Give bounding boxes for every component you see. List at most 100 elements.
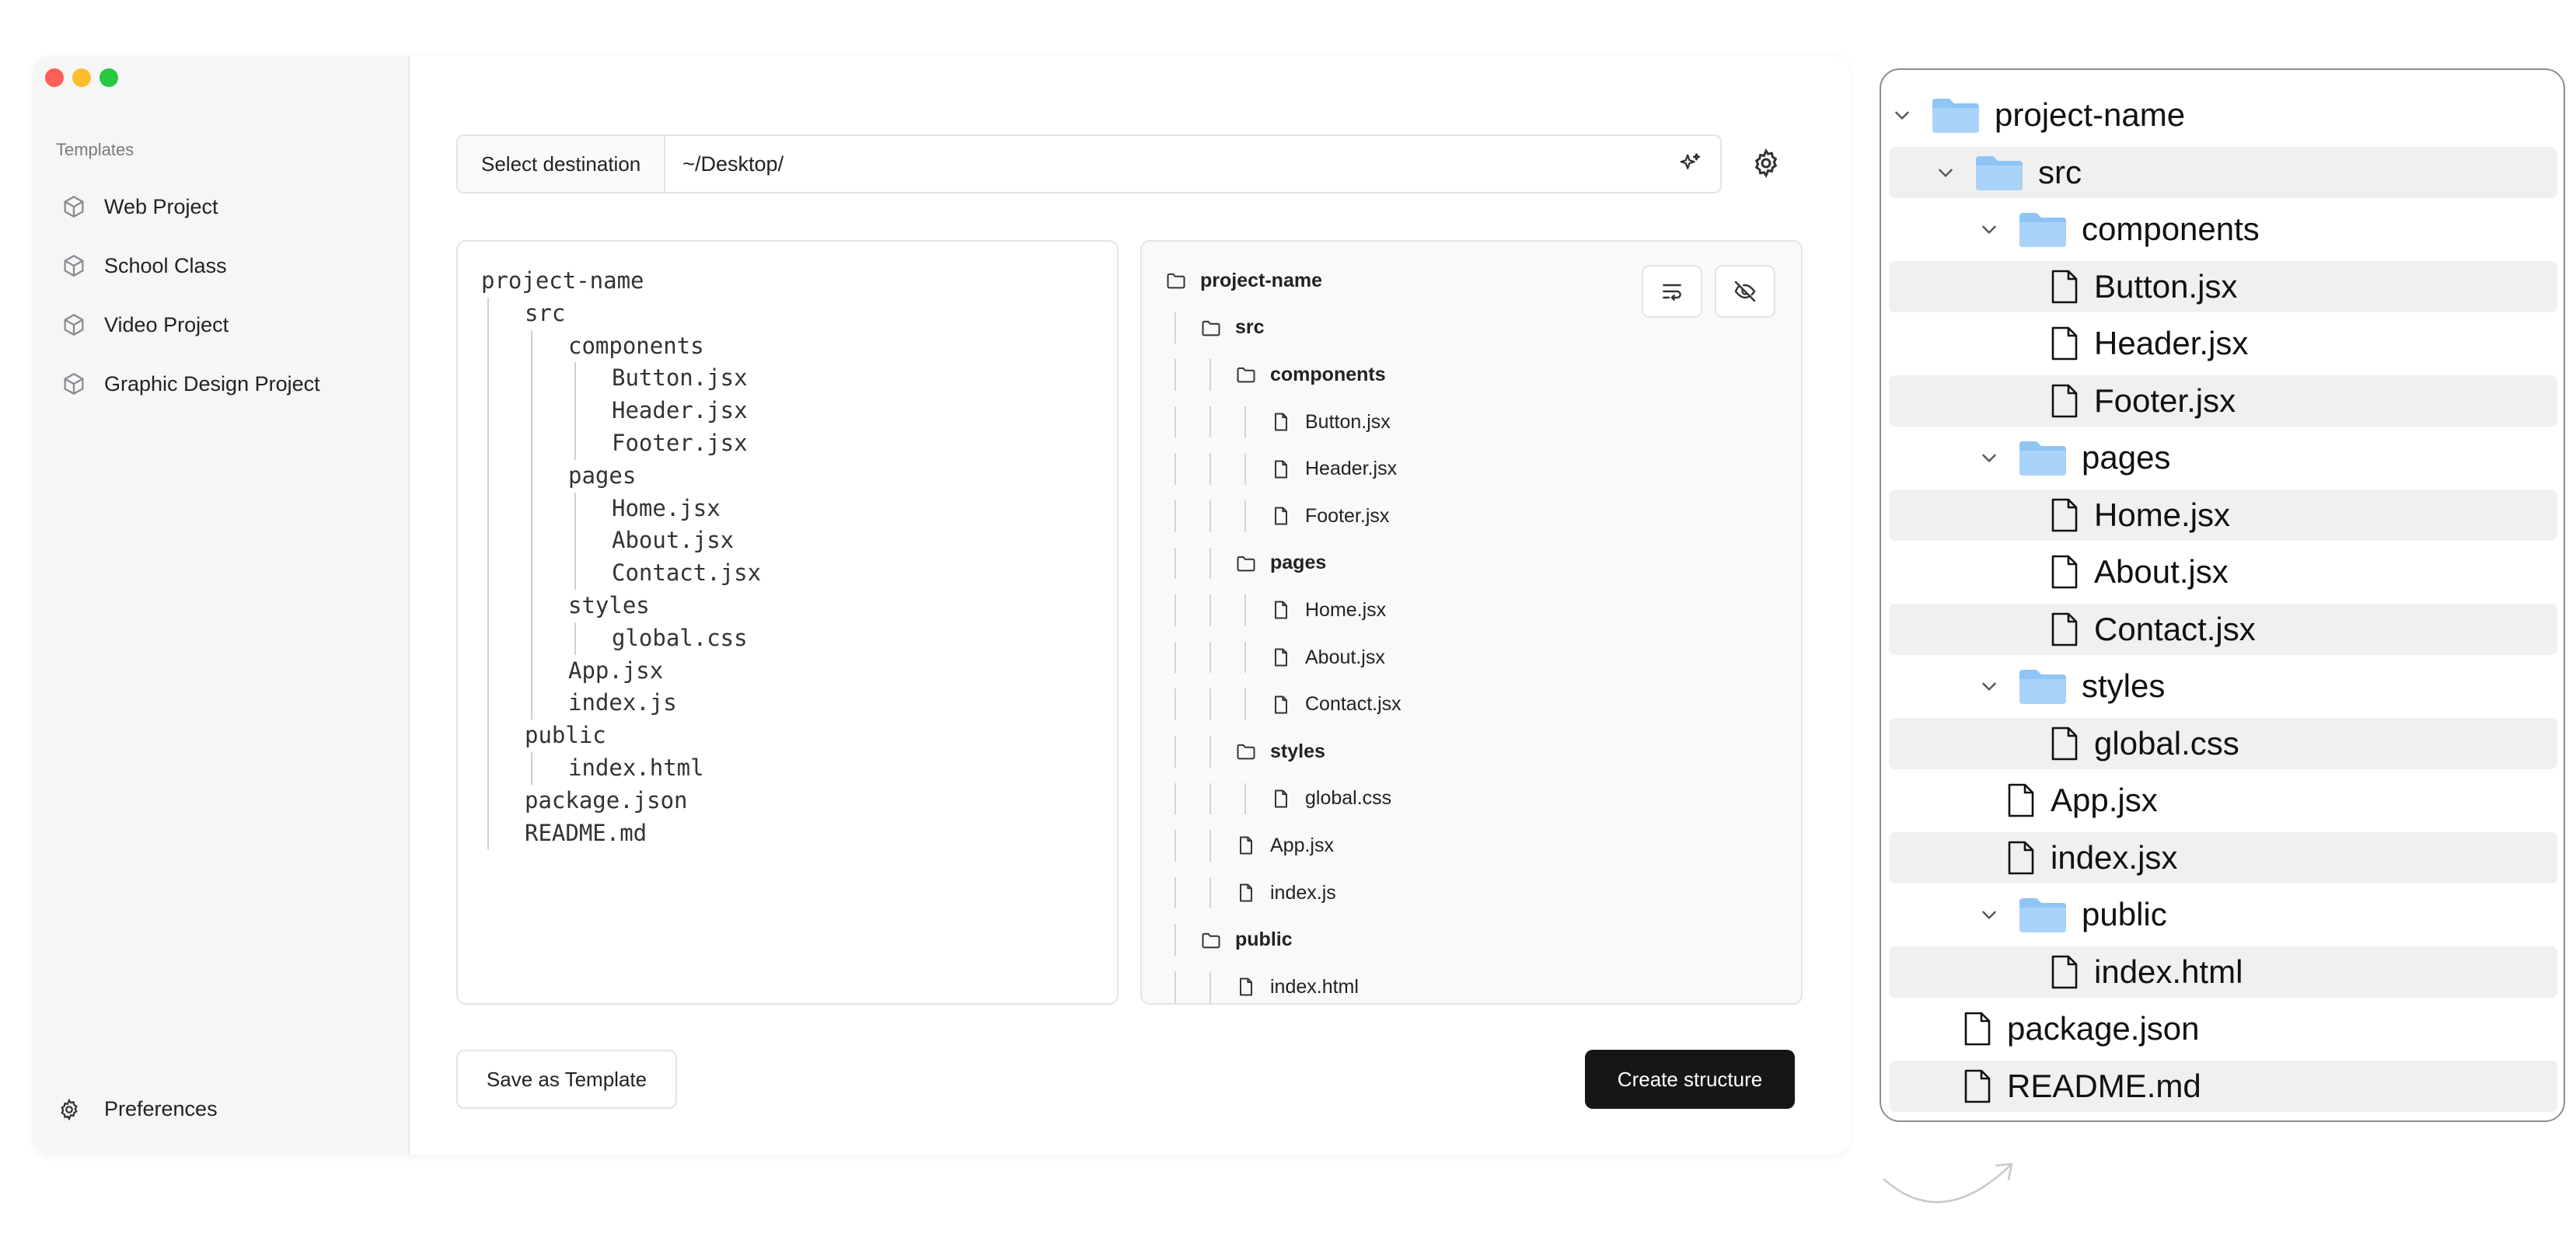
sidebar-item-graphic-design-project[interactable]: Graphic Design Project (61, 361, 387, 407)
preview-file-row[interactable]: Button.jsx (1270, 399, 1391, 446)
indent-guide (1175, 453, 1176, 485)
preview-row-label: Header.jsx (1305, 458, 1398, 480)
sidebar-item-school-class[interactable]: School Class (61, 242, 387, 289)
preview-folder-row[interactable]: public (1200, 916, 1293, 964)
settings-gear-icon[interactable] (1750, 148, 1782, 179)
file-icon (2051, 555, 2078, 589)
minimize-window-button[interactable] (72, 68, 91, 87)
indent-guide (481, 427, 525, 460)
tree-folder-row: pages (1979, 430, 2170, 485)
indent-guide (525, 427, 568, 460)
wrap-lines-button[interactable] (1642, 265, 1702, 318)
indent-guide (525, 589, 568, 622)
folder-icon (2019, 898, 2066, 932)
editor-line-text: Header.jsx (612, 397, 748, 424)
preview-folder-row[interactable]: pages (1235, 540, 1326, 587)
tree-row-label: Header.jsx (2094, 325, 2249, 361)
indent-guide (525, 751, 568, 785)
indent-guide (1209, 594, 1211, 626)
preview-folder-row[interactable]: src (1200, 305, 1265, 352)
sparkle-icon[interactable] (1677, 151, 1703, 177)
sidebar-item-label: Graphic Design Project (104, 371, 320, 396)
sidebar-item-label: Video Project (104, 312, 229, 336)
indent-guide (1209, 736, 1211, 768)
editor-line: Home.jsx (481, 492, 1094, 525)
indent-guide (1175, 500, 1176, 532)
indent-guide (1209, 500, 1211, 532)
preview-file-row[interactable]: About.jsx (1270, 634, 1385, 681)
indent-guide (481, 687, 525, 720)
preview-file-row[interactable]: global.css (1270, 775, 1391, 823)
preview-file-row[interactable]: Header.jsx (1270, 445, 1397, 493)
indent-guide (1209, 359, 1211, 391)
create-structure-button[interactable]: Create structure (1585, 1050, 1795, 1109)
tree-file-row: Footer.jsx (2051, 374, 2236, 428)
destination-path-field[interactable]: ~/Desktop/ (665, 152, 1677, 176)
preview-file-row[interactable]: index.js (1235, 869, 1336, 917)
preview-folder-row[interactable]: project-name (1165, 257, 1322, 305)
indent-guide (1209, 453, 1211, 485)
indent-guide (525, 362, 568, 395)
tree-file-row: Contact.jsx (2051, 602, 2256, 657)
file-icon (2051, 727, 2078, 760)
indent-guide (1175, 876, 1176, 909)
destination-bar: Select destination ~/Desktop/ (456, 134, 1722, 193)
preview-row-label: pages (1270, 552, 1327, 574)
structure-editor[interactable]: project-name src components Button.jsx Heade… (456, 240, 1119, 1005)
file-icon (1240, 836, 1252, 855)
cube-icon (64, 196, 84, 218)
tree-folder-row: src (1935, 145, 2082, 200)
editor-line-text: Contact.jsx (612, 559, 762, 587)
preview-file-row[interactable]: App.jsx (1235, 822, 1334, 869)
file-icon (1275, 648, 1287, 667)
indent-guide (568, 557, 612, 590)
editor-line: public (481, 720, 1094, 752)
indent-guide (1244, 453, 1246, 485)
preview-file-row[interactable]: index.html (1235, 964, 1359, 1003)
sidebar-item-web-project[interactable]: Web Project (61, 183, 387, 230)
indent-guide (481, 459, 525, 493)
editor-line: styles (481, 589, 1094, 622)
tree-row-label: styles (2082, 667, 2166, 704)
preview-row-label: project-name (1200, 269, 1322, 291)
tree-file-row: index.html (2051, 945, 2243, 999)
indent-guide (1175, 312, 1176, 344)
file-icon (1275, 695, 1287, 714)
editor-line: global.css (481, 622, 1094, 655)
chevron-down-icon (1982, 682, 1996, 692)
indent-guide (568, 362, 612, 395)
preferences-button[interactable]: Preferences (58, 1097, 218, 1121)
editor-line: About.jsx (481, 524, 1094, 557)
indent-guide (525, 622, 568, 655)
indent-guide (525, 329, 568, 363)
tree-row-label: components (2082, 211, 2260, 247)
editor-line-text: global.css (612, 624, 748, 651)
close-window-button[interactable] (45, 68, 64, 87)
preview-folder-row[interactable]: styles (1235, 728, 1325, 775)
preview-row-label: styles (1270, 740, 1325, 762)
editor-line: index.html (481, 751, 1094, 785)
indent-guide (481, 751, 525, 785)
tree-row-label: Button.jsx (2094, 267, 2238, 305)
sidebar-item-video-project[interactable]: Video Project (61, 301, 387, 348)
eye-off-icon (1734, 281, 1756, 302)
preview-file-row[interactable]: Contact.jsx (1270, 681, 1401, 728)
preview-folder-row[interactable]: components (1235, 351, 1386, 399)
indent-guide (568, 524, 612, 557)
folder-icon (1932, 99, 1979, 133)
indent-guide (1209, 782, 1211, 815)
editor-line: package.json (481, 784, 1094, 817)
tree-row-label: pages (2082, 439, 2171, 476)
preview-file-row[interactable]: Footer.jsx (1270, 493, 1389, 540)
zoom-window-button[interactable] (99, 68, 118, 87)
preview-file-row[interactable]: Home.jsx (1270, 587, 1386, 634)
hide-preview-button[interactable] (1715, 265, 1775, 318)
indent-guide (1175, 406, 1176, 438)
wrap-lines-icon (1663, 284, 1681, 301)
file-icon (1275, 789, 1287, 808)
select-destination-button[interactable]: Select destination (458, 136, 666, 192)
tree-row-label: App.jsx (2051, 782, 2158, 818)
indent-guide (1175, 971, 1176, 1003)
save-as-template-button[interactable]: Save as Template (456, 1050, 677, 1109)
editor-line: Footer.jsx (481, 427, 1094, 460)
